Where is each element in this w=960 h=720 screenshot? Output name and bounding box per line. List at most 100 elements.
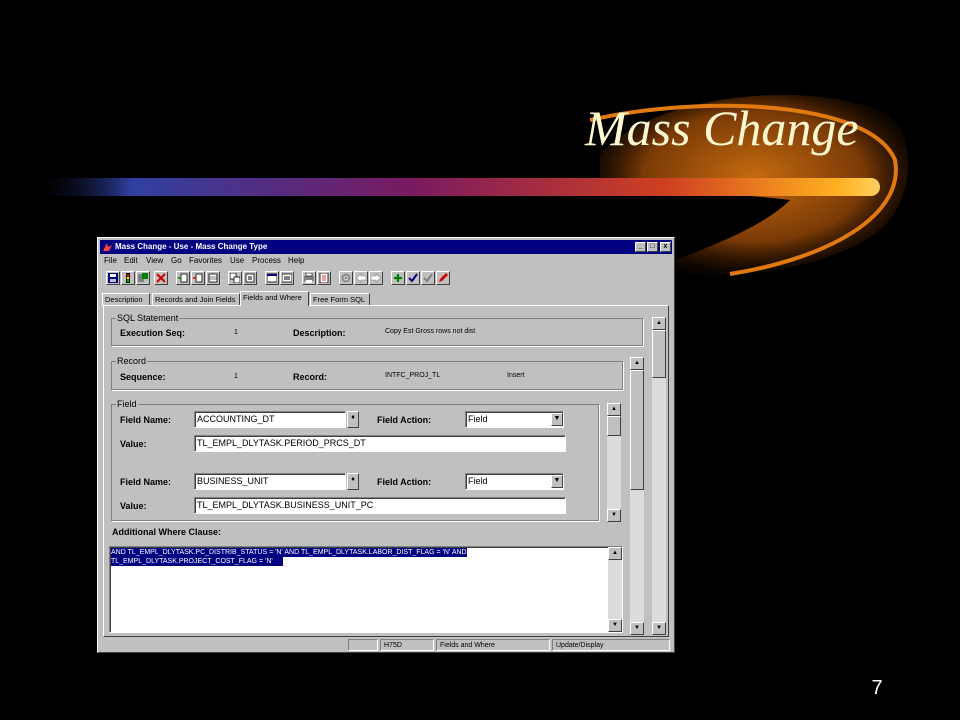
gear-icon bbox=[341, 273, 351, 283]
menu-help[interactable]: Help bbox=[288, 256, 304, 266]
paste-button[interactable] bbox=[243, 271, 257, 285]
menu-process[interactable]: Process bbox=[252, 256, 281, 266]
pencil-icon bbox=[439, 273, 448, 282]
tab-fields-and-where[interactable]: Fields and Where bbox=[240, 291, 309, 306]
field-name-input-1[interactable]: ACCOUNTING_DT bbox=[194, 411, 346, 428]
update-display-button[interactable] bbox=[406, 271, 420, 285]
field-group: Field Field Name: ACCOUNTING_DT ♦ Field … bbox=[111, 399, 599, 521]
insert-row-button[interactable] bbox=[176, 271, 190, 285]
save-button[interactable] bbox=[106, 271, 120, 285]
window-icon bbox=[267, 273, 277, 283]
field-name-input-2[interactable]: BUSINESS_UNIT bbox=[194, 473, 346, 490]
cancel-button[interactable] bbox=[154, 271, 168, 285]
copy-button[interactable] bbox=[228, 271, 242, 285]
correction-button[interactable] bbox=[436, 271, 450, 285]
paste-icon bbox=[245, 273, 255, 283]
plus-icon bbox=[394, 274, 402, 282]
execution-seq-value: 1 bbox=[234, 329, 238, 336]
sql-statement-group: SQL Statement Execution Seq: 1 Descripti… bbox=[111, 313, 643, 346]
run-request-button[interactable] bbox=[136, 271, 150, 285]
slide-title: Mass Change bbox=[585, 100, 859, 156]
copy-icon bbox=[230, 273, 240, 283]
field-action-dropdown-arrow-1[interactable]: ▼ bbox=[551, 413, 563, 426]
maximize-button[interactable]: □ bbox=[647, 242, 658, 252]
status-panel-code: H75D bbox=[380, 639, 434, 651]
where-clause-line-1: AND TL_EMPL_DLYTASK.PC_DISTRIB_STATUS = … bbox=[111, 548, 467, 557]
checkmark-icon bbox=[408, 273, 418, 283]
record-value: INTFC_PROJ_TL bbox=[385, 372, 441, 379]
peoplesoft-app-icon bbox=[103, 243, 112, 251]
where-scroll-up-arrow[interactable]: ▲ bbox=[608, 547, 622, 560]
arrow-left-icon bbox=[356, 273, 366, 283]
window-button[interactable] bbox=[265, 271, 279, 285]
menu-go[interactable]: Go bbox=[171, 256, 182, 266]
spell-check-button[interactable] bbox=[339, 271, 353, 285]
field-name-label-2: Field Name: bbox=[120, 477, 172, 487]
field-action-select-2[interactable]: Field bbox=[465, 473, 564, 490]
value-input-2[interactable]: TL_EMPL_DLYTASK.BUSINESS_UNIT_PC bbox=[194, 497, 566, 514]
sql-statement-group-label: SQL Statement bbox=[116, 313, 180, 323]
field-action-label-1: Field Action: bbox=[377, 415, 432, 425]
record-scroll-up-arrow[interactable]: ▲ bbox=[630, 357, 644, 370]
previous-button[interactable] bbox=[354, 271, 368, 285]
field-scrollbar[interactable]: ▲ ▼ bbox=[607, 403, 621, 522]
close-button[interactable]: x bbox=[660, 242, 671, 252]
value-label-2: Value: bbox=[120, 501, 147, 511]
record-label: Record: bbox=[293, 372, 328, 382]
field-action-label-2: Field Action: bbox=[377, 477, 432, 487]
page-number: 7 bbox=[871, 677, 883, 699]
additional-where-clause-label: Additional Where Clause: bbox=[112, 527, 222, 537]
panel-scrollbar[interactable]: ▲ ▼ bbox=[652, 317, 666, 635]
status-bar: H75D Fields and Where Update/Display bbox=[102, 639, 670, 651]
menu-view[interactable]: View bbox=[146, 256, 163, 266]
field-scroll-down-arrow[interactable]: ▼ bbox=[607, 509, 621, 522]
field-name-lookup-button-2[interactable]: ♦ bbox=[347, 473, 359, 490]
where-clause-textarea[interactable]: AND TL_EMPL_DLYTASK.PC_DISTRIB_STATUS = … bbox=[109, 546, 623, 633]
panel-scroll-thumb[interactable] bbox=[652, 330, 666, 378]
record-scroll-down-arrow[interactable]: ▼ bbox=[630, 622, 644, 635]
traffic-light-icon bbox=[126, 273, 130, 283]
rows-button[interactable] bbox=[206, 271, 220, 285]
status-mode: Update/Display bbox=[552, 639, 670, 651]
tab-strip: Description Records and Join Fields Fiel… bbox=[102, 291, 670, 306]
print-button[interactable] bbox=[302, 271, 316, 285]
panel-scroll-down-arrow[interactable]: ▼ bbox=[652, 622, 666, 635]
menu-use[interactable]: Use bbox=[230, 256, 244, 266]
record-scroll-thumb[interactable] bbox=[630, 370, 644, 490]
red-x-icon bbox=[156, 273, 166, 283]
menu-bar: File Edit View Go Favorites Use Process … bbox=[100, 255, 672, 267]
delete-row-button[interactable] bbox=[191, 271, 205, 285]
minimize-button[interactable]: _ bbox=[635, 242, 646, 252]
report-icon bbox=[319, 273, 329, 283]
menu-favorites[interactable]: Favorites bbox=[189, 256, 222, 266]
title-bar: Mass Change - Use - Mass Change Type _ □… bbox=[100, 240, 672, 254]
field-group-label: Field bbox=[116, 399, 138, 409]
execution-seq-label: Execution Seq: bbox=[120, 328, 186, 338]
run-button[interactable] bbox=[121, 271, 135, 285]
field-action-select-1[interactable]: Field bbox=[465, 411, 564, 428]
menu-file[interactable]: File bbox=[104, 256, 117, 266]
value-label-1: Value: bbox=[120, 439, 147, 449]
description-value: Copy Est Gross rows not dist bbox=[385, 328, 476, 335]
fields-and-where-panel: SQL Statement Execution Seq: 1 Descripti… bbox=[103, 305, 669, 637]
status-page-name: Fields and Where bbox=[436, 639, 550, 651]
where-clause-scrollbar[interactable]: ▲ ▼ bbox=[608, 547, 622, 632]
record-scrollbar[interactable]: ▲ ▼ bbox=[630, 357, 644, 635]
toolbar bbox=[102, 269, 670, 289]
field-name-lookup-button-1[interactable]: ♦ bbox=[347, 411, 359, 428]
field-action-dropdown-arrow-2[interactable]: ▼ bbox=[551, 475, 563, 488]
window-title: Mass Change - Use - Mass Change Type bbox=[115, 242, 268, 251]
new-window-button[interactable] bbox=[280, 271, 294, 285]
menu-edit[interactable]: Edit bbox=[124, 256, 138, 266]
report-button[interactable] bbox=[317, 271, 331, 285]
where-scroll-down-arrow[interactable]: ▼ bbox=[608, 619, 622, 632]
update-display-all-button[interactable] bbox=[421, 271, 435, 285]
panel-scroll-up-arrow[interactable]: ▲ bbox=[652, 317, 666, 330]
record-type-value: Insert bbox=[507, 372, 525, 379]
floppy-icon bbox=[108, 273, 118, 283]
field-scroll-thumb[interactable] bbox=[607, 416, 621, 436]
next-button[interactable] bbox=[369, 271, 383, 285]
field-scroll-up-arrow[interactable]: ▲ bbox=[607, 403, 621, 416]
value-input-1[interactable]: TL_EMPL_DLYTASK.PERIOD_PRCS_DT bbox=[194, 435, 566, 452]
add-button[interactable] bbox=[391, 271, 405, 285]
